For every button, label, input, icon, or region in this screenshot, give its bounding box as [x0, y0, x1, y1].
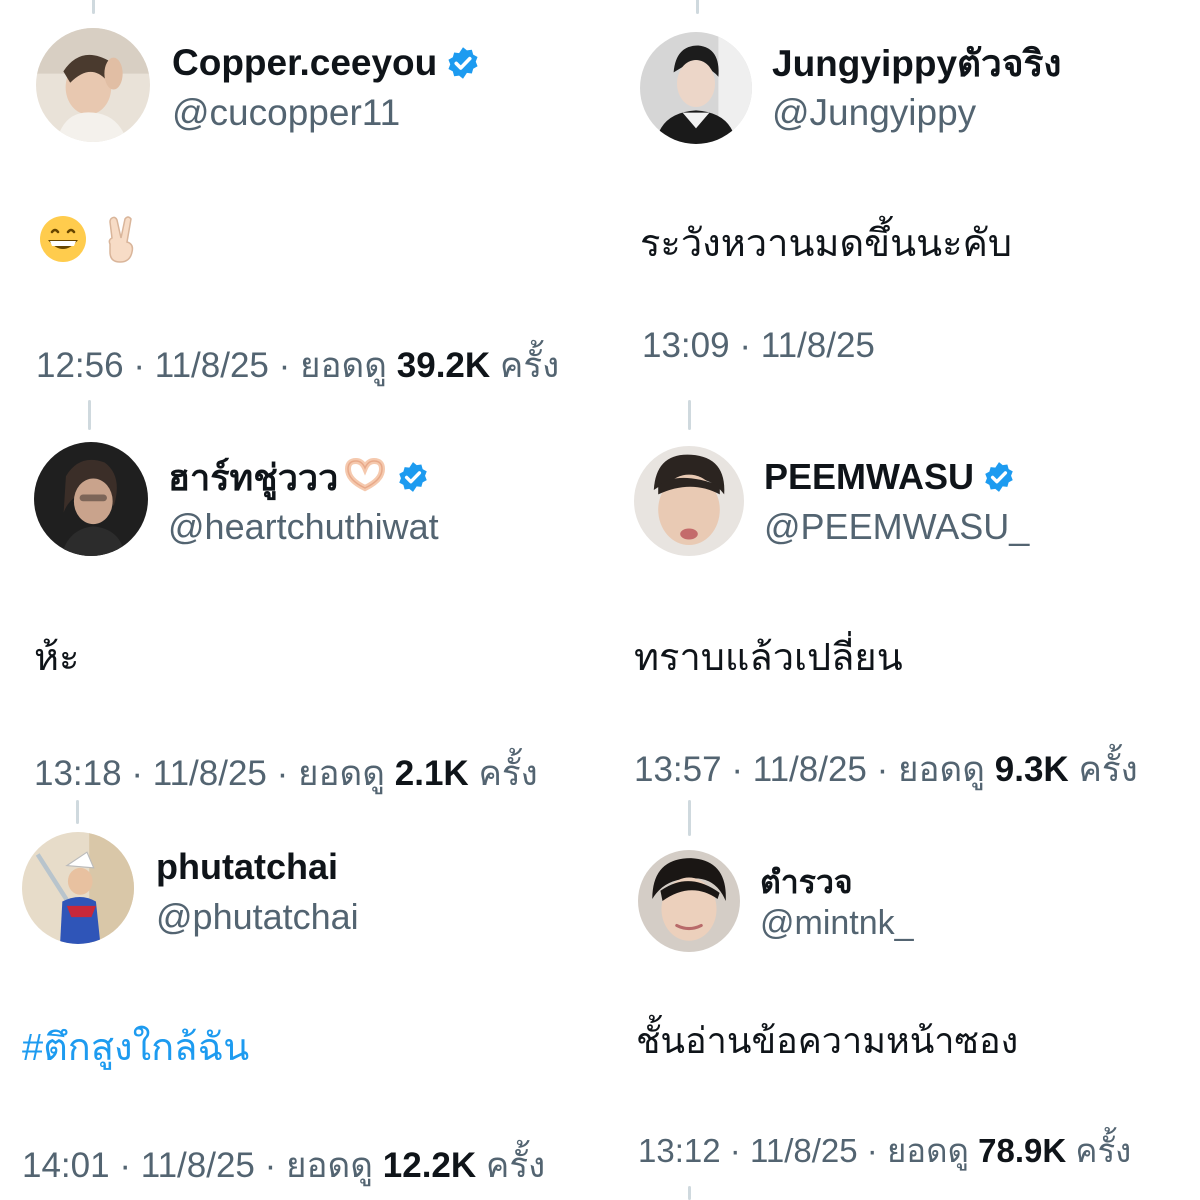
meta-separator: ·: [278, 346, 291, 385]
tweet-card[interactable]: phutatchai @phutatchai #ตึกสูงใกล้ฉัน 14…: [0, 800, 560, 1195]
views-label: ยอดดู: [300, 346, 388, 385]
views-unit: ครั้ง: [1075, 1132, 1132, 1169]
meta-separator: ·: [739, 326, 751, 365]
meta-separator: ·: [131, 754, 143, 793]
tweet-body: ระวังหวานมดขึ้นนะคับ: [640, 223, 1013, 265]
meta-separator: ·: [731, 750, 743, 789]
tweet-body: ทราบแล้วเปลี่ยน: [634, 637, 903, 679]
grinning-face-icon: [38, 214, 88, 269]
author-handle[interactable]: @Jungyippy: [772, 92, 976, 134]
views-count[interactable]: 2.1K: [395, 754, 469, 793]
meta-separator: ·: [729, 1132, 741, 1169]
victory-hand-icon: [102, 214, 142, 269]
thread-line: [688, 400, 691, 430]
display-name[interactable]: Jungyippyตัวจริง: [772, 34, 1061, 93]
display-name[interactable]: ตำรวจ: [760, 857, 853, 908]
avatar[interactable]: [36, 28, 150, 142]
author-name-row[interactable]: ฮาร์ทชู่ววว: [168, 454, 430, 500]
meta-separator: ·: [264, 1146, 277, 1185]
author-name-row[interactable]: Copper.ceeyou: [172, 40, 481, 86]
hashtag-link[interactable]: #ตึกสูงใกล้ฉัน: [22, 1016, 249, 1077]
heart-hands-icon: [342, 457, 388, 497]
tweet-time[interactable]: 13:18: [34, 754, 122, 793]
tweet-meta: 14:01 · 11/8/25 · ยอดดู 12.2K ครั้ง: [22, 1138, 545, 1193]
views-count[interactable]: 78.9K: [978, 1132, 1066, 1169]
meta-separator: ·: [119, 1146, 131, 1185]
author-handle[interactable]: @mintnk_: [760, 904, 914, 943]
author-name-row[interactable]: ตำรวจ: [760, 862, 853, 902]
tweet-date[interactable]: 11/8/25: [155, 346, 269, 385]
tweet-date[interactable]: 11/8/25: [750, 1132, 858, 1169]
tweet-time[interactable]: 13:57: [634, 750, 722, 789]
tweet-meta: 12:56 · 11/8/25 · ยอดดู 39.2K ครั้ง: [36, 338, 559, 393]
tweet-date[interactable]: 11/8/25: [153, 754, 267, 793]
tweet-time[interactable]: 12:56: [36, 346, 124, 385]
views-label: ยอดดู: [286, 1146, 374, 1185]
avatar[interactable]: [638, 850, 740, 952]
views-unit: ครั้ง: [499, 346, 560, 385]
tweet-meta: 13:18 · 11/8/25 · ยอดดู 2.1K ครั้ง: [34, 746, 538, 801]
author-name-row[interactable]: PEEMWASU: [764, 454, 1016, 500]
tweet-time[interactable]: 14:01: [22, 1146, 110, 1185]
tweet-card[interactable]: Copper.ceeyou @cucopper11 12:56 · 11/8/2…: [0, 0, 560, 395]
avatar[interactable]: [634, 446, 744, 556]
thread-line: [76, 800, 79, 824]
avatar[interactable]: [640, 32, 752, 144]
tweet-date[interactable]: 11/8/25: [141, 1146, 255, 1185]
views-unit: ครั้ง: [478, 754, 538, 793]
views-count[interactable]: 9.3K: [995, 750, 1069, 789]
views-unit: ครั้ง: [1078, 750, 1138, 789]
views-label: ยอดดู: [886, 1132, 969, 1169]
tweet-card[interactable]: ตำรวจ @mintnk_ ชั้นอ่านข้อความหน้าซอง 13…: [600, 800, 1160, 1200]
tweet-meta: 13:12 · 11/8/25 · ยอดดู 78.9K ครั้ง: [638, 1124, 1131, 1177]
tweet-body: ชั้นอ่านข้อความหน้าซอง: [636, 1020, 1019, 1061]
tweet-body: ห้ะ: [34, 637, 80, 679]
author-handle[interactable]: @PEEMWASU_: [764, 506, 1029, 548]
tweet-meta: 13:57 · 11/8/25 · ยอดดู 9.3K ครั้ง: [634, 742, 1138, 797]
author-handle[interactable]: @phutatchai: [156, 896, 359, 938]
thread-line: [92, 0, 95, 14]
author-handle[interactable]: @cucopper11: [172, 92, 400, 134]
views-label: ยอดดู: [898, 750, 986, 789]
tweet-card[interactable]: Jungyippyตัวจริง @Jungyippy ระวังหวานมดข…: [600, 0, 1160, 395]
tweet-time[interactable]: 13:12: [638, 1132, 721, 1169]
thread-line: [688, 1186, 691, 1200]
thread-line: [696, 0, 699, 14]
verified-badge-icon: [982, 460, 1016, 494]
tweet-body-emoji: [38, 214, 142, 269]
display-name[interactable]: phutatchai: [156, 846, 338, 888]
author-name-row[interactable]: Jungyippyตัวจริง: [772, 40, 1061, 86]
author-name-row[interactable]: phutatchai: [156, 844, 338, 890]
thread-line: [688, 800, 691, 836]
tweet-card[interactable]: PEEMWASU @PEEMWASU_ ทราบแล้วเปลี่ยน 13:5…: [600, 400, 1160, 795]
meta-separator: ·: [866, 1132, 878, 1169]
thread-line: [88, 400, 91, 430]
views-count[interactable]: 39.2K: [397, 346, 490, 385]
display-name[interactable]: ฮาร์ทชู่ววว: [168, 449, 338, 506]
author-handle[interactable]: @heartchuthiwat: [168, 506, 439, 548]
views-count[interactable]: 12.2K: [383, 1146, 476, 1185]
display-name[interactable]: PEEMWASU: [764, 456, 974, 498]
avatar[interactable]: [22, 832, 134, 944]
tweet-date[interactable]: 11/8/25: [753, 750, 867, 789]
meta-separator: ·: [876, 750, 889, 789]
views-label: ยอดดู: [298, 754, 386, 793]
avatar[interactable]: [34, 442, 148, 556]
meta-separator: ·: [133, 346, 145, 385]
views-unit: ครั้ง: [485, 1146, 546, 1185]
verified-badge-icon: [396, 460, 430, 494]
tweet-meta: 13:09 · 11/8/25: [642, 326, 875, 366]
display-name[interactable]: Copper.ceeyou: [172, 42, 437, 84]
tweet-time[interactable]: 13:09: [642, 326, 730, 365]
tweet-date[interactable]: 11/8/25: [761, 326, 875, 365]
meta-separator: ·: [276, 754, 289, 793]
verified-badge-icon: [445, 45, 481, 81]
tweet-card[interactable]: ฮาร์ทชู่ววว @heartchuthiwat ห้ะ 13:18 · …: [0, 400, 560, 795]
